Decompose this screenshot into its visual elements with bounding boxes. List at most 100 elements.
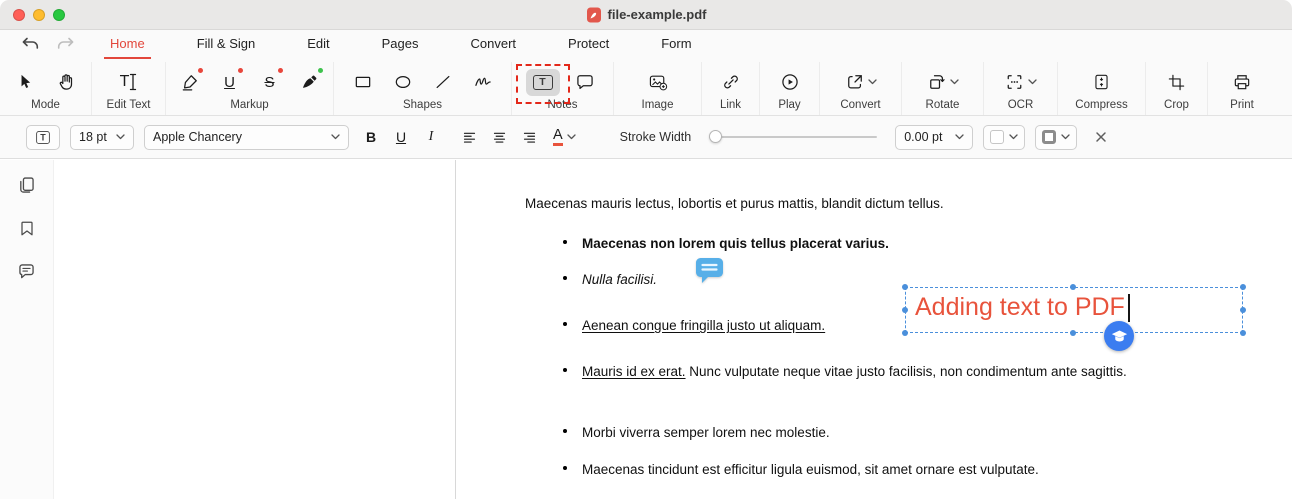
- crop-tool[interactable]: [1162, 69, 1192, 96]
- chevron-down-icon: [331, 134, 340, 140]
- ocr-dropdown[interactable]: [1004, 72, 1037, 92]
- text-caret: [1128, 294, 1130, 322]
- group-label-edit-text: Edit Text: [107, 99, 151, 112]
- text-box-tool[interactable]: T: [526, 69, 560, 96]
- close-icon: [1095, 131, 1107, 143]
- close-format-bar-button[interactable]: [1091, 127, 1111, 147]
- marker-tool[interactable]: [295, 69, 325, 96]
- selection-handle[interactable]: [1070, 284, 1076, 290]
- selection-handle[interactable]: [902, 307, 908, 313]
- font-style-buttons: B U I: [359, 125, 443, 149]
- toolbar-group-shapes: Shapes: [334, 62, 512, 115]
- text-color-dropdown[interactable]: A: [553, 128, 576, 147]
- toolbar-group-mode: Mode: [0, 62, 92, 115]
- font-family-dropdown[interactable]: Apple Chancery: [144, 125, 349, 150]
- strikeout-markup-tool[interactable]: S: [255, 69, 285, 96]
- toolbar-group-convert: Convert: [820, 62, 902, 115]
- text-annotation-box[interactable]: Adding text to PDF: [905, 287, 1243, 333]
- toolbar-group-crop: Crop: [1146, 62, 1208, 115]
- undo-icon[interactable]: [20, 36, 40, 53]
- hand-tool-icon: [56, 72, 76, 92]
- underline-button[interactable]: U: [389, 125, 413, 149]
- align-left-button[interactable]: [457, 125, 481, 149]
- tab-convert[interactable]: Convert: [465, 30, 523, 59]
- print-tool[interactable]: [1227, 69, 1257, 96]
- tab-home[interactable]: Home: [104, 30, 151, 59]
- list-item-text: Mauris id ex erat. Nunc vulputate neque …: [582, 361, 1227, 383]
- minimize-button[interactable]: [33, 9, 45, 21]
- ai-assistant-button[interactable]: [1104, 321, 1134, 351]
- bold-button[interactable]: B: [359, 125, 383, 149]
- line-shape-tool[interactable]: [428, 69, 458, 96]
- insert-image-tool[interactable]: [643, 69, 673, 96]
- ellipse-shape-tool[interactable]: [388, 69, 418, 96]
- group-label-markup: Markup: [230, 99, 268, 112]
- selection-handle[interactable]: [1070, 330, 1076, 336]
- chevron-down-icon: [1009, 134, 1018, 140]
- selection-handle[interactable]: [1240, 284, 1246, 290]
- underline-markup-tool[interactable]: U: [215, 69, 245, 96]
- close-button[interactable]: [13, 9, 25, 21]
- tab-fill-sign[interactable]: Fill & Sign: [191, 30, 262, 59]
- stroke-width-slider[interactable]: [709, 136, 877, 138]
- selection-handle[interactable]: [902, 284, 908, 290]
- selection-handle[interactable]: [1240, 330, 1246, 336]
- toolbar-group-image: Image: [614, 62, 702, 115]
- edit-text-tool[interactable]: T: [111, 69, 147, 96]
- tab-form[interactable]: Form: [655, 30, 697, 59]
- stroke-width-value: 0.00 pt: [904, 130, 942, 144]
- page-thumbnails-button[interactable]: [14, 172, 40, 198]
- convert-dropdown[interactable]: [845, 72, 877, 92]
- selection-handle[interactable]: [902, 330, 908, 336]
- pdf-editor-window: { "titlebar": { "title": "file-example.p…: [0, 0, 1292, 499]
- font-family-value: Apple Chancery: [153, 130, 242, 144]
- line-shape-icon: [433, 72, 453, 92]
- rectangle-shape-icon: [353, 72, 373, 92]
- alignment-buttons: [457, 125, 541, 149]
- tab-pages[interactable]: Pages: [376, 30, 425, 59]
- selection-handle[interactable]: [1240, 307, 1246, 313]
- text-color-icon: A: [553, 128, 563, 147]
- list-item-text: Nulla facilisi.: [582, 269, 657, 291]
- tab-form-label: Form: [661, 36, 691, 51]
- rectangle-shape-tool[interactable]: [348, 69, 378, 96]
- text-box-tool-icon: T: [36, 131, 50, 144]
- toolbar-group-compress: Compress: [1058, 62, 1146, 115]
- compress-tool[interactable]: [1087, 69, 1117, 96]
- fill-color-dropdown[interactable]: [983, 125, 1025, 150]
- color-dot: [318, 68, 323, 73]
- align-right-button[interactable]: [517, 125, 541, 149]
- font-size-dropdown[interactable]: 18 pt: [70, 125, 134, 150]
- freehand-shape-tool[interactable]: [468, 69, 498, 96]
- note-comment-tool[interactable]: [570, 69, 600, 96]
- tab-edit[interactable]: Edit: [301, 30, 335, 59]
- chevron-down-icon: [1028, 79, 1037, 85]
- toolbar-group-ocr: OCR: [984, 62, 1058, 115]
- tab-protect[interactable]: Protect: [562, 30, 615, 59]
- ellipse-shape-icon: [393, 72, 413, 92]
- chevron-down-icon: [955, 134, 964, 140]
- bookmarks-button[interactable]: [14, 215, 40, 241]
- align-right-icon: [522, 130, 537, 145]
- stroke-width-dropdown[interactable]: 0.00 pt: [895, 125, 973, 150]
- note-annotation[interactable]: [695, 257, 725, 284]
- tab-home-label: Home: [110, 36, 145, 51]
- link-tool[interactable]: [716, 69, 746, 96]
- annotations-button[interactable]: [14, 258, 40, 284]
- redo-icon[interactable]: [56, 36, 76, 53]
- highlighter-tool[interactable]: [175, 69, 205, 96]
- rotate-dropdown[interactable]: [927, 72, 959, 92]
- italic-button[interactable]: I: [419, 125, 443, 149]
- align-center-button[interactable]: [487, 125, 511, 149]
- group-label-rotate: Rotate: [926, 99, 960, 112]
- list-item-text: Maecenas tincidunt est efficitur ligula …: [582, 459, 1039, 481]
- tool-highlight-dashed-box: [516, 64, 570, 104]
- chevron-down-icon: [1061, 134, 1070, 140]
- play-tool[interactable]: [775, 69, 805, 96]
- border-color-dropdown[interactable]: [1035, 125, 1077, 150]
- zoom-button[interactable]: [53, 9, 65, 21]
- select-cursor-tool[interactable]: [11, 69, 41, 96]
- slider-knob[interactable]: [709, 130, 722, 143]
- hand-tool[interactable]: [51, 69, 81, 96]
- annotation-text[interactable]: Adding text to PDF: [915, 293, 1125, 322]
